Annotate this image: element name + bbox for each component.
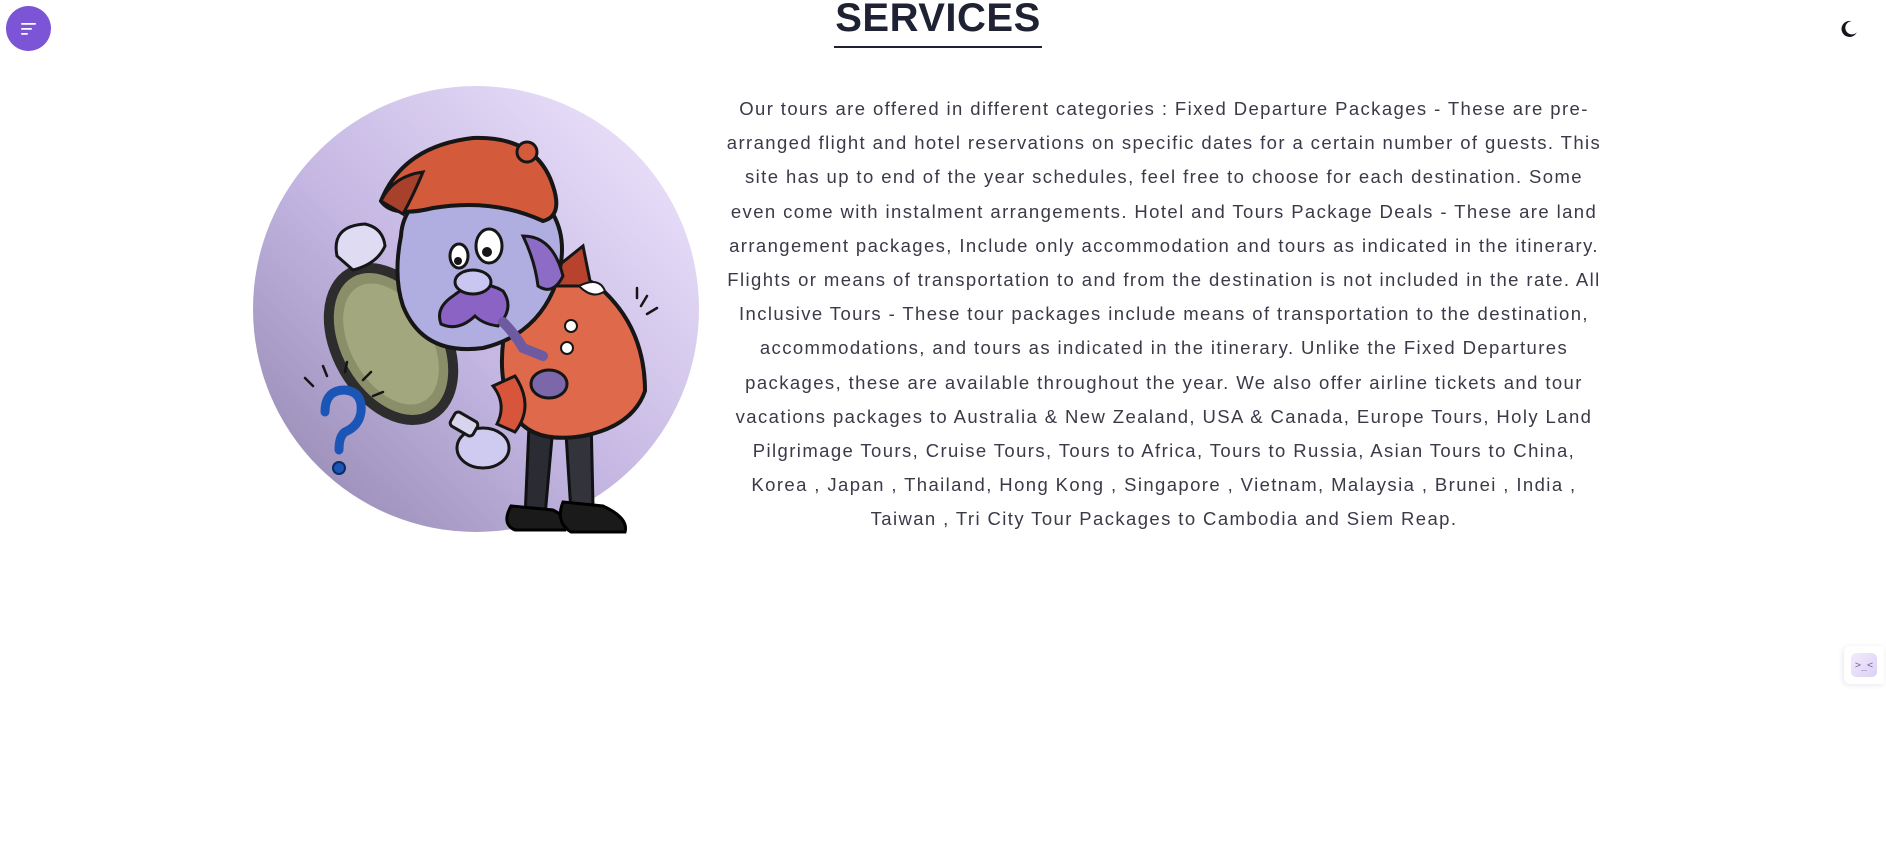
page-title-text: SERVICES [834,0,1042,48]
page-title: SERVICES [0,0,1876,48]
side-widget-button[interactable]: >_< [1844,646,1884,684]
widget-glyph: >_< [1854,659,1874,671]
theme-toggle-button[interactable] [1836,16,1862,42]
services-description: Our tours are offered in different categ… [726,98,1602,530]
code-chevrons-icon: >_< [1851,653,1877,677]
moon-icon [1841,20,1857,37]
detective-illustration [253,86,699,534]
page: SERVICES Our tours are offered in differ… [0,0,1886,845]
